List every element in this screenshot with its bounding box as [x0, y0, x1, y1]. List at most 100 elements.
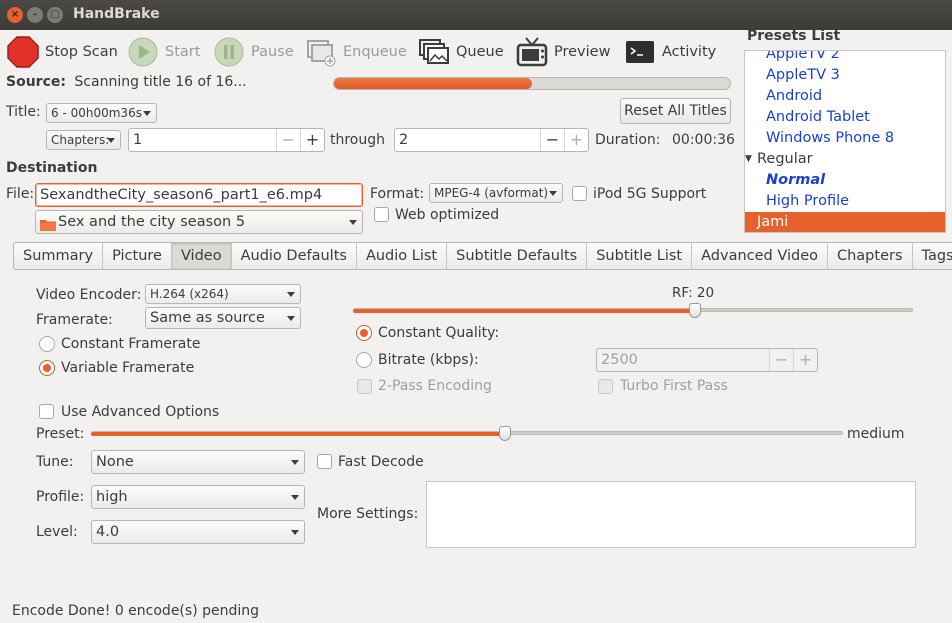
- preview-button[interactable]: Preview: [516, 36, 610, 68]
- folder-icon: [40, 216, 56, 233]
- web-optimized-checkbox[interactable]: [374, 207, 389, 222]
- scan-progress-fill: [334, 78, 532, 89]
- tab-audio-list[interactable]: Audio List: [357, 243, 448, 269]
- preset-item-selected[interactable]: Jami: [745, 212, 945, 232]
- tab-subtitle-defaults[interactable]: Subtitle Defaults: [447, 243, 588, 269]
- play-icon: [127, 36, 159, 68]
- turbo-first-pass-checkbox[interactable]: [598, 379, 613, 394]
- decrement-icon[interactable]: −: [276, 129, 300, 151]
- preset-item[interactable]: Android Tablet: [766, 107, 870, 128]
- framerate-select[interactable]: Same as source: [145, 307, 301, 329]
- variable-framerate-label: Variable Framerate: [61, 360, 195, 376]
- start-label: Start: [165, 44, 201, 60]
- decrement-icon[interactable]: −: [769, 349, 793, 371]
- expander-down-icon: ▼: [745, 154, 752, 164]
- constant-framerate-radio[interactable]: [39, 336, 55, 352]
- profile-select[interactable]: high: [91, 485, 305, 509]
- preset-label: Preset:: [36, 426, 85, 442]
- more-settings-textarea[interactable]: [426, 481, 916, 548]
- tab-video[interactable]: Video: [171, 243, 232, 269]
- bitrate-radio[interactable]: [356, 352, 372, 368]
- use-advanced-options-checkbox[interactable]: [39, 404, 54, 419]
- scan-progress-bar: [333, 77, 731, 90]
- tab-summary[interactable]: Summary: [14, 243, 104, 269]
- minimize-icon[interactable]: –: [27, 7, 43, 23]
- activity-label: Activity: [662, 44, 717, 60]
- start-button[interactable]: Start: [127, 36, 200, 68]
- presets-list[interactable]: AppleTV 2 AppleTV 3 Android Android Tabl…: [744, 50, 946, 233]
- terminal-icon: [624, 36, 656, 68]
- bitrate-spin[interactable]: 2500 − +: [596, 348, 818, 372]
- constant-framerate-label: Constant Framerate: [61, 336, 201, 352]
- turbo-first-pass-label: Turbo First Pass: [620, 378, 728, 394]
- title-select[interactable]: 6 - 00h00m36s: [46, 103, 157, 123]
- duration-label: Duration:: [595, 132, 661, 148]
- two-pass-checkbox[interactable]: [357, 379, 372, 394]
- title-bar: × – □ HandBrake: [0, 0, 952, 30]
- settings-tabs: Summary Picture Video Audio Defaults Audio L…: [13, 242, 952, 270]
- level-select[interactable]: 4.0: [91, 520, 305, 544]
- pause-icon: [213, 36, 245, 68]
- fast-decode-label: Fast Decode: [338, 454, 424, 470]
- stop-icon: [7, 36, 39, 68]
- preset-group-regular[interactable]: ▼ Regular: [745, 149, 813, 170]
- preset-item[interactable]: Windows Phone 8: [766, 128, 894, 149]
- enqueue-icon: [305, 36, 337, 68]
- preset-item[interactable]: AppleTV 3: [766, 65, 840, 86]
- preset-slider-fill: [91, 432, 505, 436]
- activity-button[interactable]: Activity: [624, 36, 716, 68]
- video-encoder-select[interactable]: H.264 (x264): [145, 284, 301, 304]
- maximize-icon[interactable]: □: [47, 7, 63, 23]
- close-icon[interactable]: ×: [7, 7, 23, 23]
- queue-icon: [418, 36, 450, 68]
- pause-label: Pause: [251, 44, 294, 60]
- tab-tags[interactable]: Tags: [913, 243, 952, 269]
- title-label: Title:: [6, 104, 41, 120]
- tab-picture[interactable]: Picture: [103, 243, 172, 269]
- preset-slider[interactable]: [91, 426, 843, 441]
- tab-subtitle-list[interactable]: Subtitle List: [587, 243, 693, 269]
- range-mode-select[interactable]: Chapters:: [46, 130, 121, 150]
- tune-label: Tune:: [36, 454, 74, 470]
- constant-quality-radio[interactable]: [356, 325, 372, 341]
- variable-framerate-radio[interactable]: [39, 360, 55, 376]
- reset-all-titles-button[interactable]: Reset All Titles: [620, 98, 731, 124]
- destination-folder-chooser[interactable]: Sex and the city season 5: [35, 210, 363, 234]
- preset-value: medium: [847, 426, 905, 442]
- pause-button[interactable]: Pause: [213, 36, 294, 68]
- range-end-spin[interactable]: 2 − +: [394, 128, 589, 152]
- queue-label: Queue: [456, 44, 504, 60]
- increment-icon[interactable]: +: [564, 129, 588, 151]
- queue-button[interactable]: Queue: [418, 36, 504, 68]
- ipod-5g-checkbox[interactable]: [572, 186, 587, 201]
- range-start-spin[interactable]: 1 − +: [128, 128, 325, 152]
- increment-icon[interactable]: +: [300, 129, 324, 151]
- enqueue-button[interactable]: Enqueue: [305, 36, 407, 68]
- tab-advanced-video[interactable]: Advanced Video: [692, 243, 828, 269]
- source-label: Source:: [6, 74, 66, 90]
- use-advanced-options-label: Use Advanced Options: [61, 404, 220, 420]
- tab-chapters[interactable]: Chapters: [828, 243, 913, 269]
- format-label: Format:: [370, 186, 425, 202]
- duration-value: 00:00:36: [672, 132, 735, 148]
- stop-scan-button[interactable]: Stop Scan: [7, 36, 118, 68]
- preset-item[interactable]: High Profile: [766, 191, 849, 212]
- video-encoder-label: Video Encoder:: [36, 287, 142, 303]
- decrement-icon[interactable]: −: [540, 129, 564, 151]
- quality-slider[interactable]: [353, 303, 913, 318]
- quality-slider-handle[interactable]: [689, 303, 701, 318]
- tune-select[interactable]: None: [91, 450, 305, 474]
- file-name-input[interactable]: SexandtheCity_season6_part1_e6.mp4: [35, 183, 363, 207]
- format-select[interactable]: MPEG-4 (avformat): [429, 183, 563, 203]
- preset-item[interactable]: Android: [766, 86, 822, 107]
- preset-item[interactable]: AppleTV 2: [766, 51, 840, 65]
- quality-slider-fill: [353, 309, 695, 313]
- stop-scan-label: Stop Scan: [45, 44, 118, 60]
- through-label: through: [330, 132, 386, 148]
- increment-icon[interactable]: +: [793, 349, 817, 371]
- fast-decode-checkbox[interactable]: [317, 454, 332, 469]
- preset-item-default[interactable]: Normal: [766, 170, 825, 191]
- preset-slider-handle[interactable]: [499, 426, 511, 441]
- tab-audio-defaults[interactable]: Audio Defaults: [232, 243, 357, 269]
- status-bar: Encode Done! 0 encode(s) pending: [12, 603, 260, 619]
